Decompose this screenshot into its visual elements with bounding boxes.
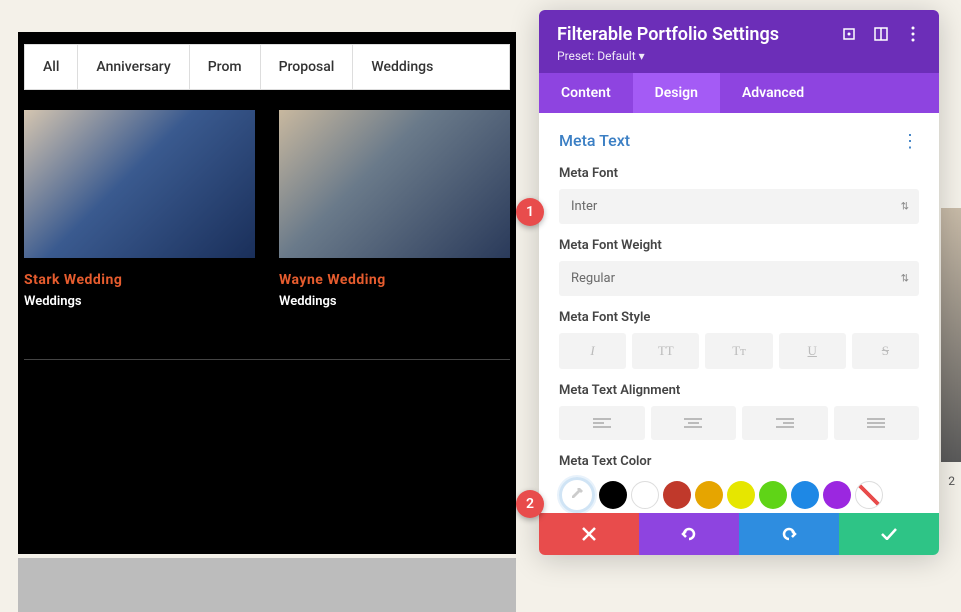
right-edge-image xyxy=(941,208,961,462)
color-swatch[interactable] xyxy=(695,481,723,509)
style-label: Meta Font Style xyxy=(559,310,919,325)
select-arrows-icon: ⇅ xyxy=(901,201,909,212)
color-picker-button[interactable] xyxy=(559,477,595,513)
font-label: Meta Font xyxy=(559,166,919,181)
portfolio-thumbnail[interactable] xyxy=(24,110,255,258)
align-justify-button[interactable] xyxy=(834,406,920,440)
annotation-marker-2: 2 xyxy=(516,490,544,518)
redo-button[interactable] xyxy=(739,513,839,555)
gray-block xyxy=(18,558,516,612)
responsive-icon[interactable] xyxy=(873,26,889,42)
color-label: Meta Text Color xyxy=(559,454,919,469)
color-swatch[interactable] xyxy=(791,481,819,509)
portfolio-title: Wayne Wedding xyxy=(279,272,510,288)
portfolio-title: Stark Wedding xyxy=(24,272,255,288)
section-menu-icon[interactable]: ⋮ xyxy=(901,131,919,152)
color-swatch[interactable] xyxy=(727,481,755,509)
filter-tab-all[interactable]: All xyxy=(25,45,78,89)
portfolio-item[interactable]: Wayne Wedding Weddings xyxy=(279,110,510,309)
align-left-button[interactable] xyxy=(559,406,645,440)
filter-tab-prom[interactable]: Prom xyxy=(190,45,261,89)
divider xyxy=(24,359,510,360)
style-buttons: I TT Tт U S xyxy=(559,333,919,369)
select-arrows-icon: ⇅ xyxy=(901,273,909,284)
panel-body: Meta Text ⋮ Meta Font Inter ⇅ Meta Font … xyxy=(539,113,939,513)
panel-tabs: Content Design Advanced xyxy=(539,73,939,113)
section-title[interactable]: Meta Text ⋮ xyxy=(559,131,919,150)
expand-icon[interactable] xyxy=(841,26,857,42)
tab-content[interactable]: Content xyxy=(539,73,633,113)
page-number: 2 xyxy=(948,474,955,488)
filter-tabs: All Anniversary Prom Proposal Weddings xyxy=(24,44,510,90)
portfolio-thumbnail[interactable] xyxy=(279,110,510,258)
panel-footer xyxy=(539,513,939,555)
color-swatch[interactable] xyxy=(759,481,787,509)
menu-icon[interactable] xyxy=(905,26,921,42)
panel-preset[interactable]: Preset: Default ▾ xyxy=(557,49,921,63)
portfolio-category: Weddings xyxy=(24,294,255,309)
annotation-marker-1: 1 xyxy=(516,198,544,226)
align-center-button[interactable] xyxy=(651,406,737,440)
portfolio-item[interactable]: Stark Wedding Weddings xyxy=(24,110,255,309)
align-right-button[interactable] xyxy=(742,406,828,440)
smallcaps-button[interactable]: Tт xyxy=(705,333,772,369)
tab-advanced[interactable]: Advanced xyxy=(720,73,826,113)
undo-button[interactable] xyxy=(639,513,739,555)
section-title-text: Meta Text xyxy=(559,131,630,150)
portfolio-preview: All Anniversary Prom Proposal Weddings S… xyxy=(18,32,516,554)
align-buttons xyxy=(559,406,919,440)
filter-tab-proposal[interactable]: Proposal xyxy=(261,45,354,89)
italic-button[interactable]: I xyxy=(559,333,626,369)
portfolio-category: Weddings xyxy=(279,294,510,309)
filter-tab-weddings[interactable]: Weddings xyxy=(353,45,451,89)
color-swatch[interactable] xyxy=(823,481,851,509)
panel-header: Filterable Portfolio Settings Preset: De… xyxy=(539,10,939,73)
align-label: Meta Text Alignment xyxy=(559,383,919,398)
save-button[interactable] xyxy=(839,513,939,555)
underline-button[interactable]: U xyxy=(779,333,846,369)
color-swatch[interactable] xyxy=(631,481,659,509)
strikethrough-button[interactable]: S xyxy=(852,333,919,369)
weight-label: Meta Font Weight xyxy=(559,238,919,253)
color-swatch[interactable] xyxy=(599,481,627,509)
tab-design[interactable]: Design xyxy=(633,73,720,113)
eyedropper-icon xyxy=(570,488,584,502)
color-swatch-none[interactable] xyxy=(855,481,883,509)
color-swatches xyxy=(559,477,919,513)
portfolio-grid: Stark Wedding Weddings Wayne Wedding Wed… xyxy=(18,110,516,309)
color-swatch[interactable] xyxy=(663,481,691,509)
settings-panel: Filterable Portfolio Settings Preset: De… xyxy=(539,10,939,555)
filter-tab-anniversary[interactable]: Anniversary xyxy=(78,45,189,89)
font-select[interactable]: Inter xyxy=(559,189,919,224)
cancel-button[interactable] xyxy=(539,513,639,555)
weight-select[interactable]: Regular xyxy=(559,261,919,296)
uppercase-button[interactable]: TT xyxy=(632,333,699,369)
